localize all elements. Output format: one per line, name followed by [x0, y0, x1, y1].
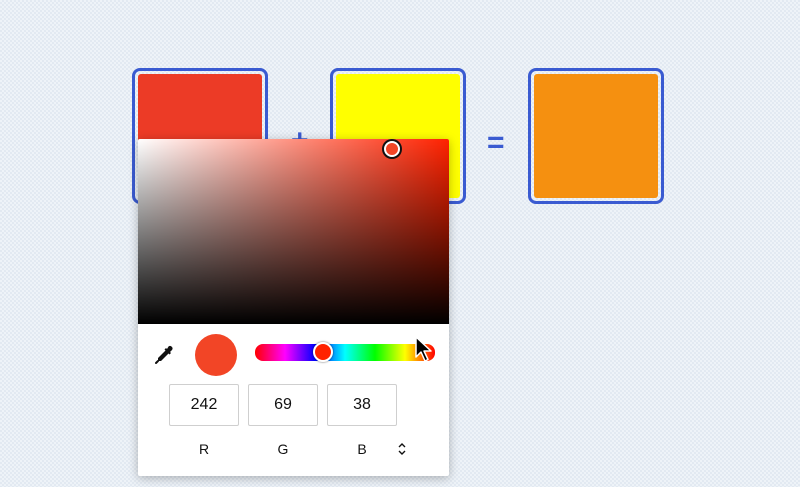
hue-slider-handle[interactable] — [313, 342, 333, 362]
result-swatch-fill — [534, 74, 658, 198]
equals-operator: = — [487, 126, 505, 159]
saturation-brightness-area[interactable] — [138, 139, 449, 324]
chevron-updown-icon[interactable] — [395, 441, 409, 457]
mouse-pointer-icon — [414, 335, 436, 363]
blue-label: B — [357, 441, 367, 457]
current-color-preview — [195, 334, 237, 376]
green-label: G — [277, 441, 289, 457]
result-swatch — [528, 68, 664, 204]
blue-value-input[interactable]: 38 — [327, 384, 397, 426]
color-picker-popup: 242 69 38 R G B — [138, 139, 449, 476]
saturation-brightness-handle[interactable] — [384, 141, 400, 157]
red-label: R — [198, 441, 210, 457]
hue-slider[interactable] — [255, 344, 435, 361]
red-value-input[interactable]: 242 — [169, 384, 239, 426]
green-value-input[interactable]: 69 — [248, 384, 318, 426]
eyedropper-icon[interactable] — [152, 343, 176, 367]
